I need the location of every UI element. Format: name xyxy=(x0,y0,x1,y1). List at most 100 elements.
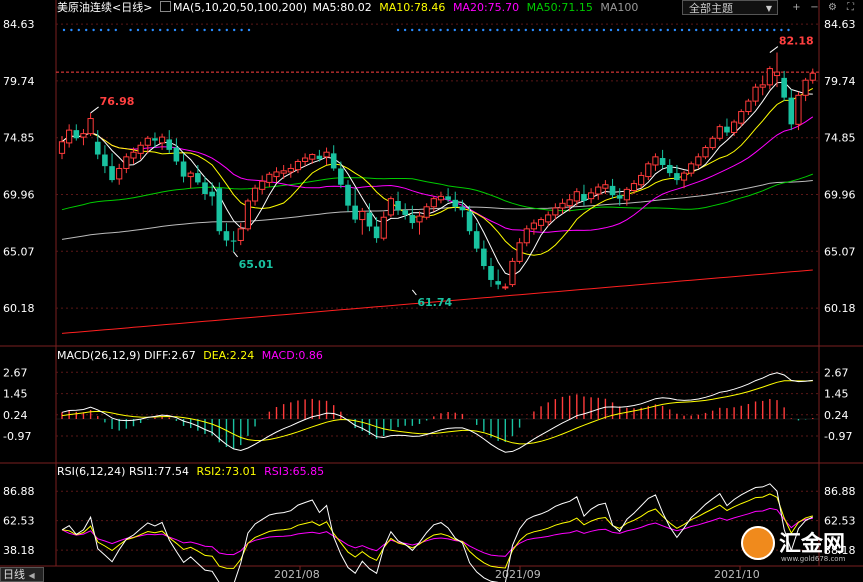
event-dot xyxy=(453,28,456,32)
theme-dropdown[interactable]: 全部主题 ▼ xyxy=(682,0,778,15)
candle-body-down xyxy=(466,211,473,232)
ma-toggle-icon[interactable] xyxy=(159,1,171,12)
candle-body-down xyxy=(330,153,337,169)
rsi-header: RSI(6,12,24) RSI1:77.54 RSI2:73.01 RSI3:… xyxy=(57,465,324,479)
y-tick-right: 69.96 xyxy=(824,188,856,201)
y-tick-left: 84.63 xyxy=(3,18,35,31)
event-dot xyxy=(144,28,147,32)
candle-body-up xyxy=(630,183,638,192)
candle-body-up xyxy=(695,156,702,166)
y-tick-right: -0.97 xyxy=(824,430,852,443)
period-tab[interactable]: 日线 ◀ xyxy=(0,567,44,582)
theme-label: 全部主题 xyxy=(689,2,733,15)
event-dot xyxy=(638,28,641,32)
candle-body-up xyxy=(359,210,366,221)
event-dot xyxy=(787,28,790,32)
candle-body-down xyxy=(459,206,466,211)
event-dot xyxy=(240,28,243,32)
period-label[interactable]: <日线> xyxy=(112,1,152,14)
dea-line xyxy=(61,380,813,445)
candle-body-down xyxy=(73,130,80,139)
event-dot xyxy=(196,28,199,32)
candle-body-down xyxy=(674,173,680,181)
event-dot xyxy=(467,28,471,32)
event-dot xyxy=(510,28,513,32)
event-dot xyxy=(709,28,712,32)
candle-body-up xyxy=(745,100,752,113)
event-dot xyxy=(432,28,435,32)
candle-body-down xyxy=(109,166,115,181)
event-dot xyxy=(723,28,726,32)
event-dot xyxy=(439,28,442,32)
candle-body-down xyxy=(409,214,416,224)
price-header: 美原油连续<日线> MA(5,10,20,50,100,200) MA5:80.… xyxy=(57,1,638,15)
candle-body-up xyxy=(123,156,130,169)
settings-icon[interactable]: ⚙ xyxy=(826,1,839,14)
candle-body-up xyxy=(130,151,137,159)
event-dot xyxy=(403,28,407,32)
macd-dea: DEA:2.24 xyxy=(203,349,255,362)
candle-body-up xyxy=(702,147,709,158)
event-dot xyxy=(766,28,769,32)
event-dot xyxy=(702,28,705,32)
low-annotation: 65.01 xyxy=(239,258,274,271)
event-dot xyxy=(85,28,88,32)
event-dot xyxy=(553,28,556,32)
candle-body-down xyxy=(223,231,230,241)
candle-body-down xyxy=(781,77,787,98)
candle-body-up xyxy=(602,184,609,189)
rsi1-line xyxy=(61,483,814,582)
candle-body-down xyxy=(488,266,494,280)
candle-body-down xyxy=(452,199,459,207)
zoom-in-icon[interactable]: + xyxy=(790,1,803,14)
event-dot xyxy=(744,28,748,32)
candle-body-up xyxy=(566,199,573,207)
y-tick-right: 74.85 xyxy=(824,132,856,145)
event-dot xyxy=(496,28,499,32)
event-dot xyxy=(129,28,132,32)
candle-body-up xyxy=(502,286,509,289)
symbol-name[interactable]: 美原油连续 xyxy=(57,1,112,14)
candle-body-up xyxy=(302,157,309,162)
annotation-leader xyxy=(411,289,417,296)
ma100-value: MA100 xyxy=(600,1,639,14)
candle-body-up xyxy=(795,94,802,125)
macd-value: MACD:0.86 xyxy=(261,349,323,362)
candle-body-up xyxy=(237,228,244,241)
ma-params: MA(5,10,20,50,100,200) xyxy=(172,1,307,14)
event-dot xyxy=(602,28,606,32)
candle-body-down xyxy=(445,196,451,200)
zoom-out-icon[interactable]: − xyxy=(808,1,821,14)
candle-body-up xyxy=(137,144,144,154)
event-dot xyxy=(489,28,492,32)
candle-body-down xyxy=(373,226,380,239)
event-dot xyxy=(751,28,755,32)
event-dot xyxy=(680,28,684,32)
high-annotation: 82.18 xyxy=(779,35,814,48)
fullscreen-icon[interactable]: ⛶ xyxy=(844,1,857,14)
y-tick-left: 74.85 xyxy=(3,132,35,145)
candle-body-down xyxy=(666,164,673,174)
candle-body-down xyxy=(230,240,237,242)
candle-body-down xyxy=(659,158,666,165)
annotation-leader xyxy=(90,106,99,114)
candle-body-up xyxy=(380,216,387,239)
candle-body-up xyxy=(516,242,523,262)
event-dot xyxy=(588,28,591,32)
y-tick-right: 86.88 xyxy=(824,485,856,498)
event-dot xyxy=(545,28,549,32)
event-dot xyxy=(99,28,103,32)
y-tick-left: 1.45 xyxy=(3,388,28,401)
candle-body-down xyxy=(345,184,351,206)
event-dot xyxy=(538,28,542,32)
event-dot xyxy=(136,28,140,32)
candle-body-down xyxy=(209,191,215,197)
candle-body-up xyxy=(423,206,430,218)
candle-body-down xyxy=(402,210,408,215)
y-tick-left: 2.67 xyxy=(3,366,28,379)
candle-body-up xyxy=(244,200,252,230)
event-dot xyxy=(645,28,648,32)
macd-diff: DIFF:2.67 xyxy=(144,349,196,362)
candle-body-up xyxy=(645,163,652,178)
candle-body-up xyxy=(688,163,695,174)
